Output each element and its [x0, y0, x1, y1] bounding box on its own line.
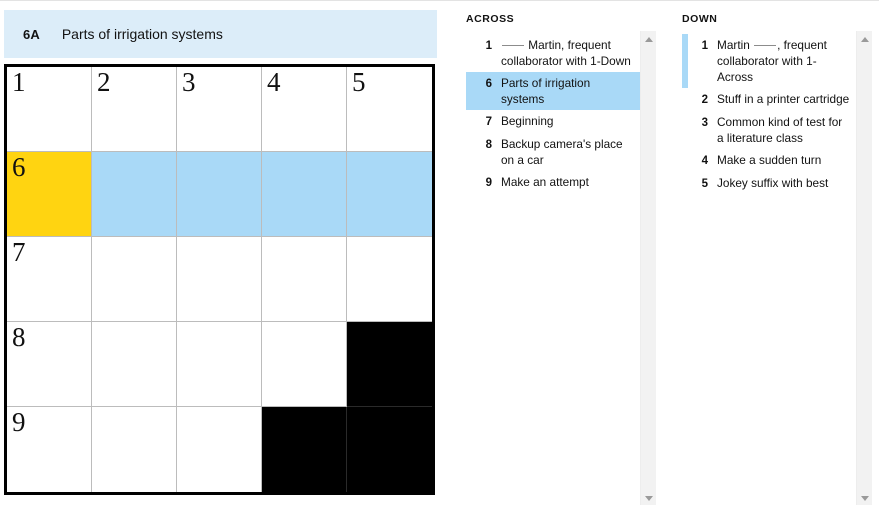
grid-cell[interactable] [262, 152, 347, 237]
grid-cell[interactable]: 7 [7, 237, 92, 322]
clue-text: Martin , frequent collaborator with 1-Ac… [717, 38, 827, 84]
clue-number: 1 [701, 40, 708, 52]
clue-item-down-4[interactable]: 4 Make a sudden turn [682, 149, 856, 172]
clue-text: Beginning [501, 114, 554, 128]
grid-cell-number: 5 [352, 67, 366, 97]
clue-number: 8 [485, 139, 492, 151]
clue-number: 1 [485, 40, 492, 52]
puzzle-column: 6A Parts of irrigation systems 1 2 3 4 5 6 7 8 9 [0, 1, 440, 505]
grid-cell[interactable] [92, 237, 177, 322]
grid-cell[interactable] [262, 237, 347, 322]
clue-number: 2 [701, 94, 708, 106]
grid-cell-block [347, 322, 432, 407]
clue-number: 6 [485, 78, 492, 90]
grid-cell-block [347, 407, 432, 492]
grid-cell[interactable]: 5 [347, 67, 432, 152]
grid-cell[interactable] [177, 152, 262, 237]
clue-number: 9 [485, 177, 492, 189]
across-clue-list[interactable]: 1 Martin, frequent collaborator with 1-D… [466, 31, 640, 505]
grid-cell[interactable] [92, 152, 177, 237]
grid-cell-number: 6 [12, 152, 26, 182]
clue-blank-icon [754, 45, 777, 46]
down-heading: DOWN [682, 13, 718, 25]
grid-cell[interactable]: 8 [7, 322, 92, 407]
grid-cell[interactable]: 3 [177, 67, 262, 152]
caret-down-icon[interactable] [857, 490, 872, 505]
across-clue-list-wrap: 1 Martin, frequent collaborator with 1-D… [466, 31, 656, 505]
clue-item-down-1[interactable]: 1 Martin , frequent collaborator with 1-A… [682, 34, 856, 88]
down-scrollbar[interactable] [856, 31, 872, 505]
clue-item-across-6[interactable]: 6 Parts of irrigation systems [466, 72, 640, 110]
grid-cell-number: 3 [182, 67, 196, 97]
grid-cell[interactable] [177, 322, 262, 407]
grid-cell[interactable] [92, 322, 177, 407]
crossword-app: 6A Parts of irrigation systems 1 2 3 4 5 6 7 8 9… [0, 0, 879, 505]
current-clue-number: 6A [23, 26, 40, 42]
caret-up-icon[interactable] [641, 31, 656, 47]
grid-cell[interactable]: 6 [7, 152, 92, 237]
clue-text: Jokey suffix with best [717, 176, 829, 190]
grid-cell[interactable] [347, 152, 432, 237]
clue-blank-icon [502, 45, 524, 46]
clue-number: 4 [701, 155, 708, 167]
grid-cell[interactable]: 9 [7, 407, 92, 492]
grid-cell-number: 4 [267, 67, 281, 97]
grid-cell[interactable]: 1 [7, 67, 92, 152]
down-clues-panel: DOWN 1 Martin , frequent collaborator wit… [682, 1, 872, 505]
clue-number: 3 [701, 117, 708, 129]
grid-cell-block [262, 407, 347, 492]
clue-number: 5 [701, 178, 708, 190]
grid-cell[interactable] [92, 407, 177, 492]
grid-cell-number: 1 [12, 67, 26, 97]
across-scrollbar[interactable] [640, 31, 656, 505]
current-clue-text: Parts of irrigation systems [61, 26, 223, 42]
clue-item-across-8[interactable]: 8 Backup camera's place on a car [466, 133, 640, 171]
clue-text: Backup camera's place on a car [501, 137, 623, 167]
grid-cell[interactable]: 2 [92, 67, 177, 152]
clue-item-across-9[interactable]: 9 Make an attempt [466, 171, 640, 194]
across-clues-panel: ACROSS 1 Martin, frequent collaborator w… [466, 1, 656, 505]
clue-item-down-2[interactable]: 2 Stuff in a printer cartridge [682, 88, 856, 111]
grid-cell[interactable] [177, 407, 262, 492]
clue-item-across-1[interactable]: 1 Martin, frequent collaborator with 1-D… [466, 34, 640, 72]
current-clue-banner[interactable]: 6A Parts of irrigation systems [4, 10, 437, 58]
grid-cell[interactable]: 4 [262, 67, 347, 152]
clue-item-down-5[interactable]: 5 Jokey suffix with best [682, 172, 856, 195]
crossword-grid[interactable]: 1 2 3 4 5 6 7 8 9 [4, 64, 435, 495]
clue-item-down-3[interactable]: 3 Common kind of test for a literature cl… [682, 111, 856, 149]
grid-cell[interactable] [177, 237, 262, 322]
down-clue-list[interactable]: 1 Martin , frequent collaborator with 1-A… [682, 31, 856, 505]
down-clue-list-wrap: 1 Martin , frequent collaborator with 1-A… [682, 31, 872, 505]
grid-cell[interactable] [262, 322, 347, 407]
grid-cell-number: 9 [12, 407, 26, 437]
clue-text: Stuff in a printer cartridge [717, 92, 850, 106]
grid-cell-number: 8 [12, 322, 26, 352]
clue-text: Make an attempt [501, 175, 589, 189]
grid-cell-number: 2 [97, 67, 111, 97]
across-heading: ACROSS [466, 13, 515, 25]
grid-cell-number: 7 [12, 237, 26, 267]
caret-down-icon[interactable] [641, 490, 656, 505]
crossword-grid-cells: 1 2 3 4 5 6 7 8 9 [7, 67, 432, 492]
clue-text: Parts of irrigation systems [501, 76, 591, 106]
caret-up-icon[interactable] [857, 31, 872, 47]
grid-cell[interactable] [347, 237, 432, 322]
clue-item-across-7[interactable]: 7 Beginning [466, 110, 640, 133]
clue-text: Martin, frequent collaborator with 1-Dow… [501, 38, 631, 68]
clue-text: Common kind of test for a literature cla… [717, 115, 843, 145]
clue-number: 7 [485, 116, 492, 128]
clue-text: Make a sudden turn [717, 153, 822, 167]
